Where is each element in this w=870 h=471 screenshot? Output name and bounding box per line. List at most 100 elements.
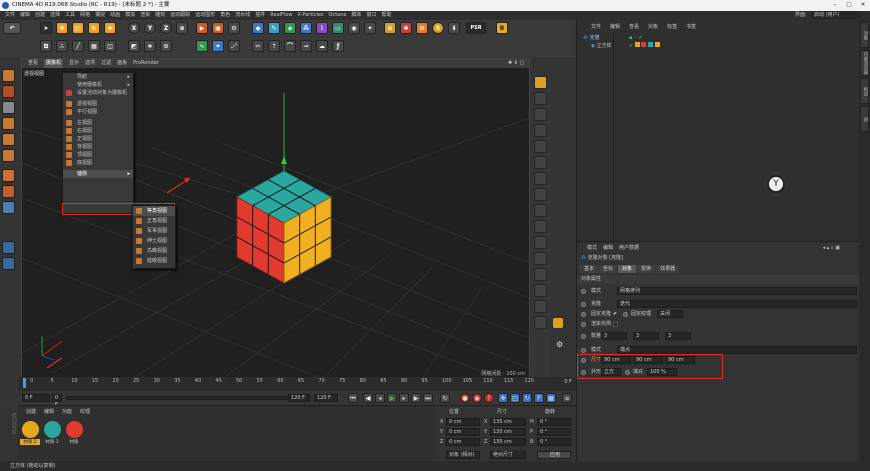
fix-texture-radio[interactable]: [623, 312, 628, 317]
playhead[interactable]: [23, 378, 26, 388]
menu-item[interactable]: 创建: [35, 11, 45, 20]
size-y-field[interactable]: 90 cm: [633, 356, 663, 364]
right-panel-tab[interactable]: 内容浏览器: [860, 50, 869, 76]
light-icon[interactable]: ✦: [364, 22, 376, 34]
menu-item[interactable]: 模拟: [125, 11, 135, 20]
move-tool-icon[interactable]: ✥: [56, 22, 68, 34]
psr-reset-button[interactable]: PSR: [466, 22, 486, 34]
pla-key-icon[interactable]: ▦: [546, 393, 556, 403]
object-menu-item[interactable]: 文件: [587, 23, 605, 31]
z-axis-icon[interactable]: Z: [160, 22, 172, 34]
perspective-viewport[interactable]: 查看 摄像机 显示 选项 过滤 面板 ProRender ✥ ⇕ ▢ 透视视图 …: [21, 58, 530, 380]
lock-workplane-icon[interactable]: [2, 257, 15, 270]
material-swatch[interactable]: 材质.1: [42, 420, 62, 448]
material-menu-item[interactable]: 编辑: [44, 409, 54, 415]
render-instance-checkbox[interactable]: [613, 322, 618, 327]
python-icon[interactable]: ƒ: [332, 40, 344, 52]
fix-clone-radio[interactable]: [581, 312, 586, 317]
menu-item[interactable]: 插件: [255, 11, 265, 20]
material-swatch[interactable]: 材质: [64, 420, 84, 448]
sculpt-icon[interactable]: ☁: [316, 40, 328, 52]
viewport-menu-item[interactable]: 显示: [69, 59, 79, 68]
viewport-menu-item[interactable]: 摄像机: [44, 59, 64, 68]
knife-icon[interactable]: ✂: [252, 40, 264, 52]
prev-key-icon[interactable]: ◀: [363, 393, 373, 403]
camera-menu-item[interactable]: 正视图: [63, 135, 133, 143]
axonometric-menu-item[interactable]: 绅士视图: [133, 236, 175, 246]
bridge-icon[interactable]: ⌒: [284, 40, 296, 52]
menu-item[interactable]: 帮助: [382, 11, 392, 20]
minimize-button[interactable]: –: [828, 0, 842, 11]
rotation-key-icon[interactable]: ↻: [522, 393, 532, 403]
menu-item[interactable]: 编辑: [20, 11, 30, 20]
material-menu-item[interactable]: 创建: [26, 409, 36, 415]
camera-menu-item[interactable]: 导航 ▸: [63, 73, 133, 81]
weld-icon[interactable]: ⊸: [300, 40, 312, 52]
polygon-mode-icon[interactable]: [2, 149, 15, 162]
camera-menu-item[interactable]: 平行视图: [63, 108, 133, 116]
clone-radio[interactable]: [581, 302, 586, 307]
menu-item[interactable]: 选择: [50, 11, 60, 20]
uv-mode-icon[interactable]: ◫: [104, 40, 116, 52]
camera-menu-item[interactable]: 顶视图: [63, 151, 133, 159]
count-z-field[interactable]: 3: [665, 332, 691, 340]
record-icon[interactable]: ●: [460, 393, 470, 403]
play-icon[interactable]: ▶: [387, 393, 397, 403]
prev-frame-icon[interactable]: ◂: [375, 393, 385, 403]
enable-axis-icon[interactable]: [2, 169, 15, 182]
points-mode-icon[interactable]: ∴: [56, 40, 68, 52]
undo-icon[interactable]: ↶: [3, 22, 21, 34]
goto-start-icon[interactable]: ⏮: [348, 393, 358, 403]
coordinate-system-icon[interactable]: ⊕: [176, 22, 188, 34]
camera-menu-item[interactable]: 透视视图: [63, 100, 133, 108]
camera-icon[interactable]: ◉: [348, 22, 360, 34]
edges-mode-icon[interactable]: ╱: [72, 40, 84, 52]
menu-item[interactable]: 工具: [65, 11, 75, 20]
menu-item[interactable]: X-Particles: [297, 11, 323, 20]
render-view-icon[interactable]: ▶: [196, 22, 208, 34]
realflow-icon[interactable]: ≋: [384, 22, 396, 34]
position-key-icon[interactable]: ✥: [498, 393, 508, 403]
material-tag-icon[interactable]: [641, 42, 647, 47]
floor-icon[interactable]: ▭: [332, 22, 344, 34]
clone-select[interactable]: 迭代: [617, 300, 857, 308]
rotate-tool-icon[interactable]: ↻: [88, 22, 100, 34]
camera-menu-item[interactable]: 设置活动对象为摄像机: [63, 89, 133, 97]
fix-clone-checkbox[interactable]: ✔: [613, 310, 617, 319]
live-select-icon[interactable]: ✚: [104, 22, 116, 34]
octane-settings-icon[interactable]: S: [432, 22, 444, 34]
edge-mode-icon[interactable]: [2, 133, 15, 146]
render-picture-viewer-icon[interactable]: ▣: [212, 22, 224, 34]
camera-menu-item[interactable]: 轴侧 ▸: [63, 170, 133, 178]
attribute-menu-item[interactable]: 编辑: [603, 245, 613, 251]
viewport-tool-icon[interactable]: [534, 172, 547, 185]
viewport-tool-icon[interactable]: [534, 316, 547, 329]
attribute-tab[interactable]: 效果器: [656, 265, 680, 273]
viewport-tool-icon[interactable]: [534, 284, 547, 297]
model-mode-icon[interactable]: [2, 69, 15, 82]
shape-select[interactable]: 立方: [601, 368, 621, 376]
axonometric-menu-item[interactable]: 等角视图: [133, 206, 175, 216]
make-editable-icon[interactable]: ⧉: [40, 40, 52, 52]
solo-mode-icon[interactable]: [2, 241, 15, 254]
menu-item[interactable]: Octane: [329, 11, 347, 20]
material-menu-item[interactable]: 功能: [62, 409, 72, 415]
subdivision-icon[interactable]: ◈: [284, 22, 296, 34]
viewport-tool-icon[interactable]: [534, 76, 547, 89]
viewport-tool-icon[interactable]: [534, 188, 547, 201]
menu-item[interactable]: 运动跟踪: [170, 11, 190, 20]
texture-axis-icon[interactable]: [2, 85, 15, 98]
viewport-tool-icon[interactable]: [534, 268, 547, 281]
loop-icon[interactable]: ↻: [440, 393, 450, 403]
attribute-menu-item[interactable]: 用户数据: [619, 245, 639, 251]
attr-nav-icons[interactable]: ◂ ▴ ⌕ ▣: [823, 244, 840, 253]
material-tag-icon[interactable]: [654, 42, 660, 47]
count-radio[interactable]: [581, 334, 586, 339]
material-menu-item[interactable]: 纹理: [80, 409, 90, 415]
right-panel-tab[interactable]: 层: [860, 106, 869, 132]
menu-item[interactable]: 雕刻: [155, 11, 165, 20]
viewport-tool-icon[interactable]: [534, 108, 547, 121]
pen-spline-icon[interactable]: ✎: [268, 22, 280, 34]
octane-icon[interactable]: ✿: [416, 22, 428, 34]
xparticles-icon[interactable]: ✱: [400, 22, 412, 34]
